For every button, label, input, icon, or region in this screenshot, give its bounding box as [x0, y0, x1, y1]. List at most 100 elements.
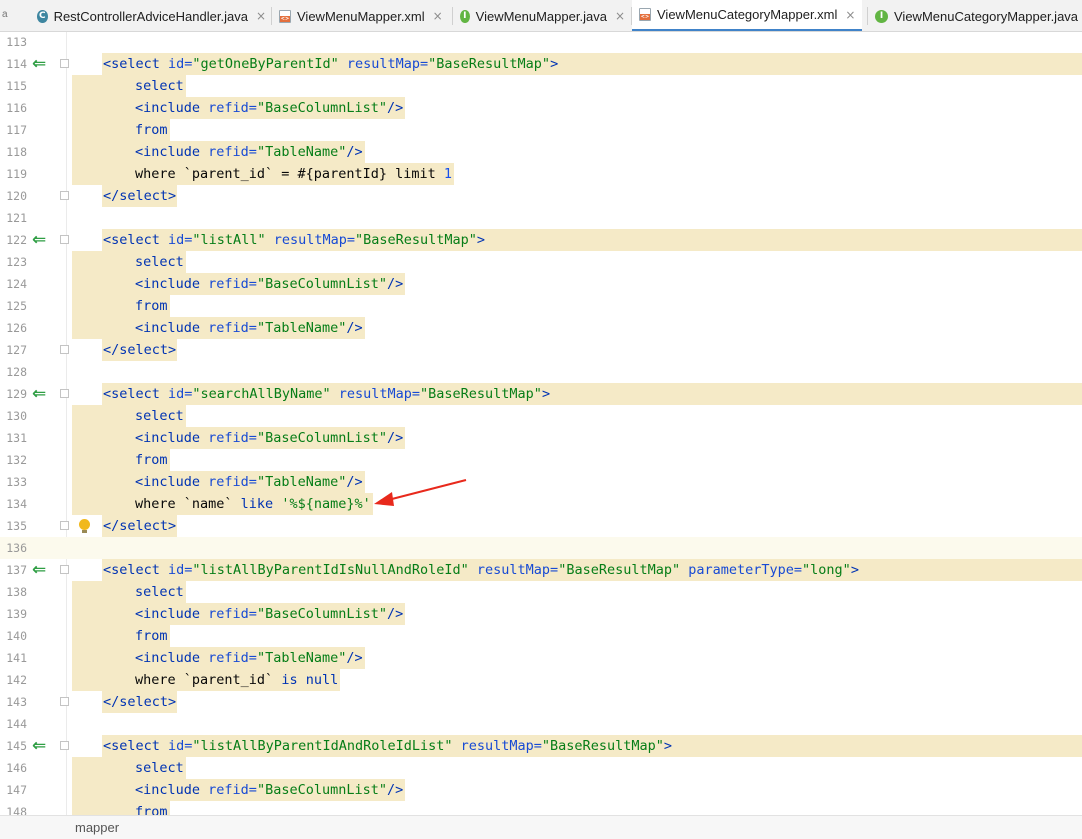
- tab-restcontrolleradvicehandler-java[interactable]: C RestControllerAdviceHandler.java ×: [30, 0, 266, 31]
- code-line[interactable]: 125 from: [0, 295, 1082, 317]
- code-text: from: [135, 801, 168, 815]
- line-number: 124: [6, 277, 27, 291]
- code-line[interactable]: 141 <include refid="TableName"/>: [0, 647, 1082, 669]
- code-line[interactable]: 120 </select>: [0, 185, 1082, 207]
- code-text: <select id="listAllByParentIdAndRoleIdLi…: [103, 735, 672, 757]
- fold-icon[interactable]: [60, 191, 69, 200]
- code-line[interactable]: 148 from: [0, 801, 1082, 815]
- code-token: />: [386, 782, 404, 798]
- intention-bulb-icon[interactable]: [79, 519, 90, 534]
- code-line[interactable]: 119 where `parent_id` = #{parentId} limit…: [0, 163, 1082, 185]
- navigate-to-implementation-icon[interactable]: ⇐: [32, 737, 50, 755]
- fold-icon[interactable]: [60, 235, 69, 244]
- code-line[interactable]: 137 ⇐ <select id="listAllByParentIdIsNullA…: [0, 559, 1082, 581]
- fold-icon[interactable]: [60, 697, 69, 706]
- fold-icon[interactable]: [60, 389, 69, 398]
- code-line[interactable]: 140 from: [0, 625, 1082, 647]
- code-line[interactable]: 131 <include refid="BaseColumnList"/>: [0, 427, 1082, 449]
- code-line[interactable]: 117 from: [0, 119, 1082, 141]
- navigate-to-implementation-icon[interactable]: ⇐: [32, 561, 50, 579]
- code-line[interactable]: 116 <include refid="BaseColumnList"/>: [0, 97, 1082, 119]
- code-line[interactable]: 132 from: [0, 449, 1082, 471]
- code-editor[interactable]: 113 114 ⇐ <select id="getOneByParentId" res…: [0, 32, 1082, 815]
- line-number: 131: [6, 431, 27, 445]
- code-line[interactable]: 136: [0, 537, 1082, 559]
- code-text: <select id="listAllByParentIdIsNullAndRo…: [103, 559, 859, 581]
- code-token: "BaseColumnList": [256, 430, 387, 446]
- close-tab-icon[interactable]: ×: [845, 8, 855, 22]
- code-line[interactable]: 146 select: [0, 757, 1082, 779]
- code-token: from: [135, 298, 168, 314]
- code-line[interactable]: 142 where `parent_id` is null: [0, 669, 1082, 691]
- code-token: select: [135, 584, 184, 600]
- code-line[interactable]: 133 <include refid="TableName"/>: [0, 471, 1082, 493]
- code-line[interactable]: 124 <include refid="BaseColumnList"/>: [0, 273, 1082, 295]
- tab-viewmenumapper-java[interactable]: I ViewMenuMapper.java ×: [453, 0, 625, 31]
- line-number: 142: [6, 673, 27, 687]
- close-tab-icon[interactable]: ×: [433, 9, 443, 23]
- tab-viewmenumapper-xml[interactable]: ViewMenuMapper.xml ×: [272, 0, 447, 31]
- code-token: id=: [168, 738, 193, 754]
- code-line[interactable]: 147 <include refid="BaseColumnList"/>: [0, 779, 1082, 801]
- code-line[interactable]: 122 ⇐ <select id="listAll" resultMap="Base…: [0, 229, 1082, 251]
- code-line[interactable]: 118 <include refid="TableName"/>: [0, 141, 1082, 163]
- fold-icon[interactable]: [60, 345, 69, 354]
- code-line[interactable]: 121: [0, 207, 1082, 229]
- code-line[interactable]: 126 <include refid="TableName"/>: [0, 317, 1082, 339]
- fold-icon[interactable]: [60, 741, 69, 750]
- code-text: from: [135, 295, 168, 317]
- code-line[interactable]: 123 select: [0, 251, 1082, 273]
- code-token: "listAllByParentIdIsNullAndRoleId": [192, 562, 477, 578]
- code-line[interactable]: 114 ⇐ <select id="getOneByParentId" result…: [0, 53, 1082, 75]
- code-token: select: [135, 254, 184, 270]
- tab-separator: [452, 7, 453, 25]
- code-line[interactable]: 130 select: [0, 405, 1082, 427]
- code-token: />: [386, 430, 404, 446]
- navigate-to-implementation-icon[interactable]: ⇐: [32, 385, 50, 403]
- code-token: "BaseResultMap": [558, 562, 689, 578]
- close-tab-icon[interactable]: ×: [256, 9, 266, 23]
- code-text: <include refid="BaseColumnList"/>: [135, 779, 403, 801]
- code-token: "BaseColumnList": [256, 100, 387, 116]
- code-line[interactable]: 143 </select>: [0, 691, 1082, 713]
- code-token: refid=: [208, 276, 257, 292]
- java-interface-icon: I: [460, 9, 470, 23]
- code-token: from: [135, 804, 168, 815]
- tab-viewmenucategorymapper-xml[interactable]: ViewMenuCategoryMapper.xml ×: [632, 0, 862, 31]
- tab-label: ViewMenuMapper.xml: [297, 8, 425, 24]
- code-line[interactable]: 127 </select>: [0, 339, 1082, 361]
- code-token: "listAllByParentIdAndRoleIdList": [192, 738, 461, 754]
- line-number: 115: [6, 79, 27, 93]
- fold-icon[interactable]: [60, 565, 69, 574]
- code-token: where `parent_id`: [135, 672, 282, 688]
- navigate-to-implementation-icon[interactable]: ⇐: [32, 231, 50, 249]
- code-line[interactable]: 128: [0, 361, 1082, 383]
- code-token: select: [135, 760, 184, 776]
- code-token: />: [386, 100, 404, 116]
- code-token: </select>: [103, 342, 177, 358]
- tab-viewmenucategorymapper-java[interactable]: I ViewMenuCategoryMapper.java: [868, 0, 1082, 31]
- code-line[interactable]: 115 select: [0, 75, 1082, 97]
- code-line[interactable]: 145 ⇐ <select id="listAllByParentIdAndRole…: [0, 735, 1082, 757]
- line-number: 125: [6, 299, 27, 313]
- code-line[interactable]: 129 ⇐ <select id="searchAllByName" resultM…: [0, 383, 1082, 405]
- line-number: 139: [6, 607, 27, 621]
- code-text: where `parent_id` = #{parentId} limit 1: [135, 163, 452, 185]
- code-token: </select>: [103, 518, 177, 534]
- code-text: select: [135, 251, 184, 273]
- fold-icon[interactable]: [60, 521, 69, 530]
- code-line[interactable]: 134 where `name` like '%${name}%': [0, 493, 1082, 515]
- code-line[interactable]: 135 </select>: [0, 515, 1082, 537]
- code-line[interactable]: 144: [0, 713, 1082, 735]
- tab-label: RestControllerAdviceHandler.java: [53, 8, 248, 24]
- code-token: from: [135, 122, 168, 138]
- close-tab-icon[interactable]: ×: [615, 9, 625, 23]
- breadcrumb-item-mapper[interactable]: mapper: [75, 820, 119, 835]
- tab-overflow-marker[interactable]: a: [2, 9, 8, 20]
- fold-icon[interactable]: [60, 59, 69, 68]
- code-line[interactable]: 138 select: [0, 581, 1082, 603]
- code-text: <include refid="BaseColumnList"/>: [135, 97, 403, 119]
- navigate-to-implementation-icon[interactable]: ⇐: [32, 55, 50, 73]
- code-line[interactable]: 113: [0, 32, 1082, 53]
- code-line[interactable]: 139 <include refid="BaseColumnList"/>: [0, 603, 1082, 625]
